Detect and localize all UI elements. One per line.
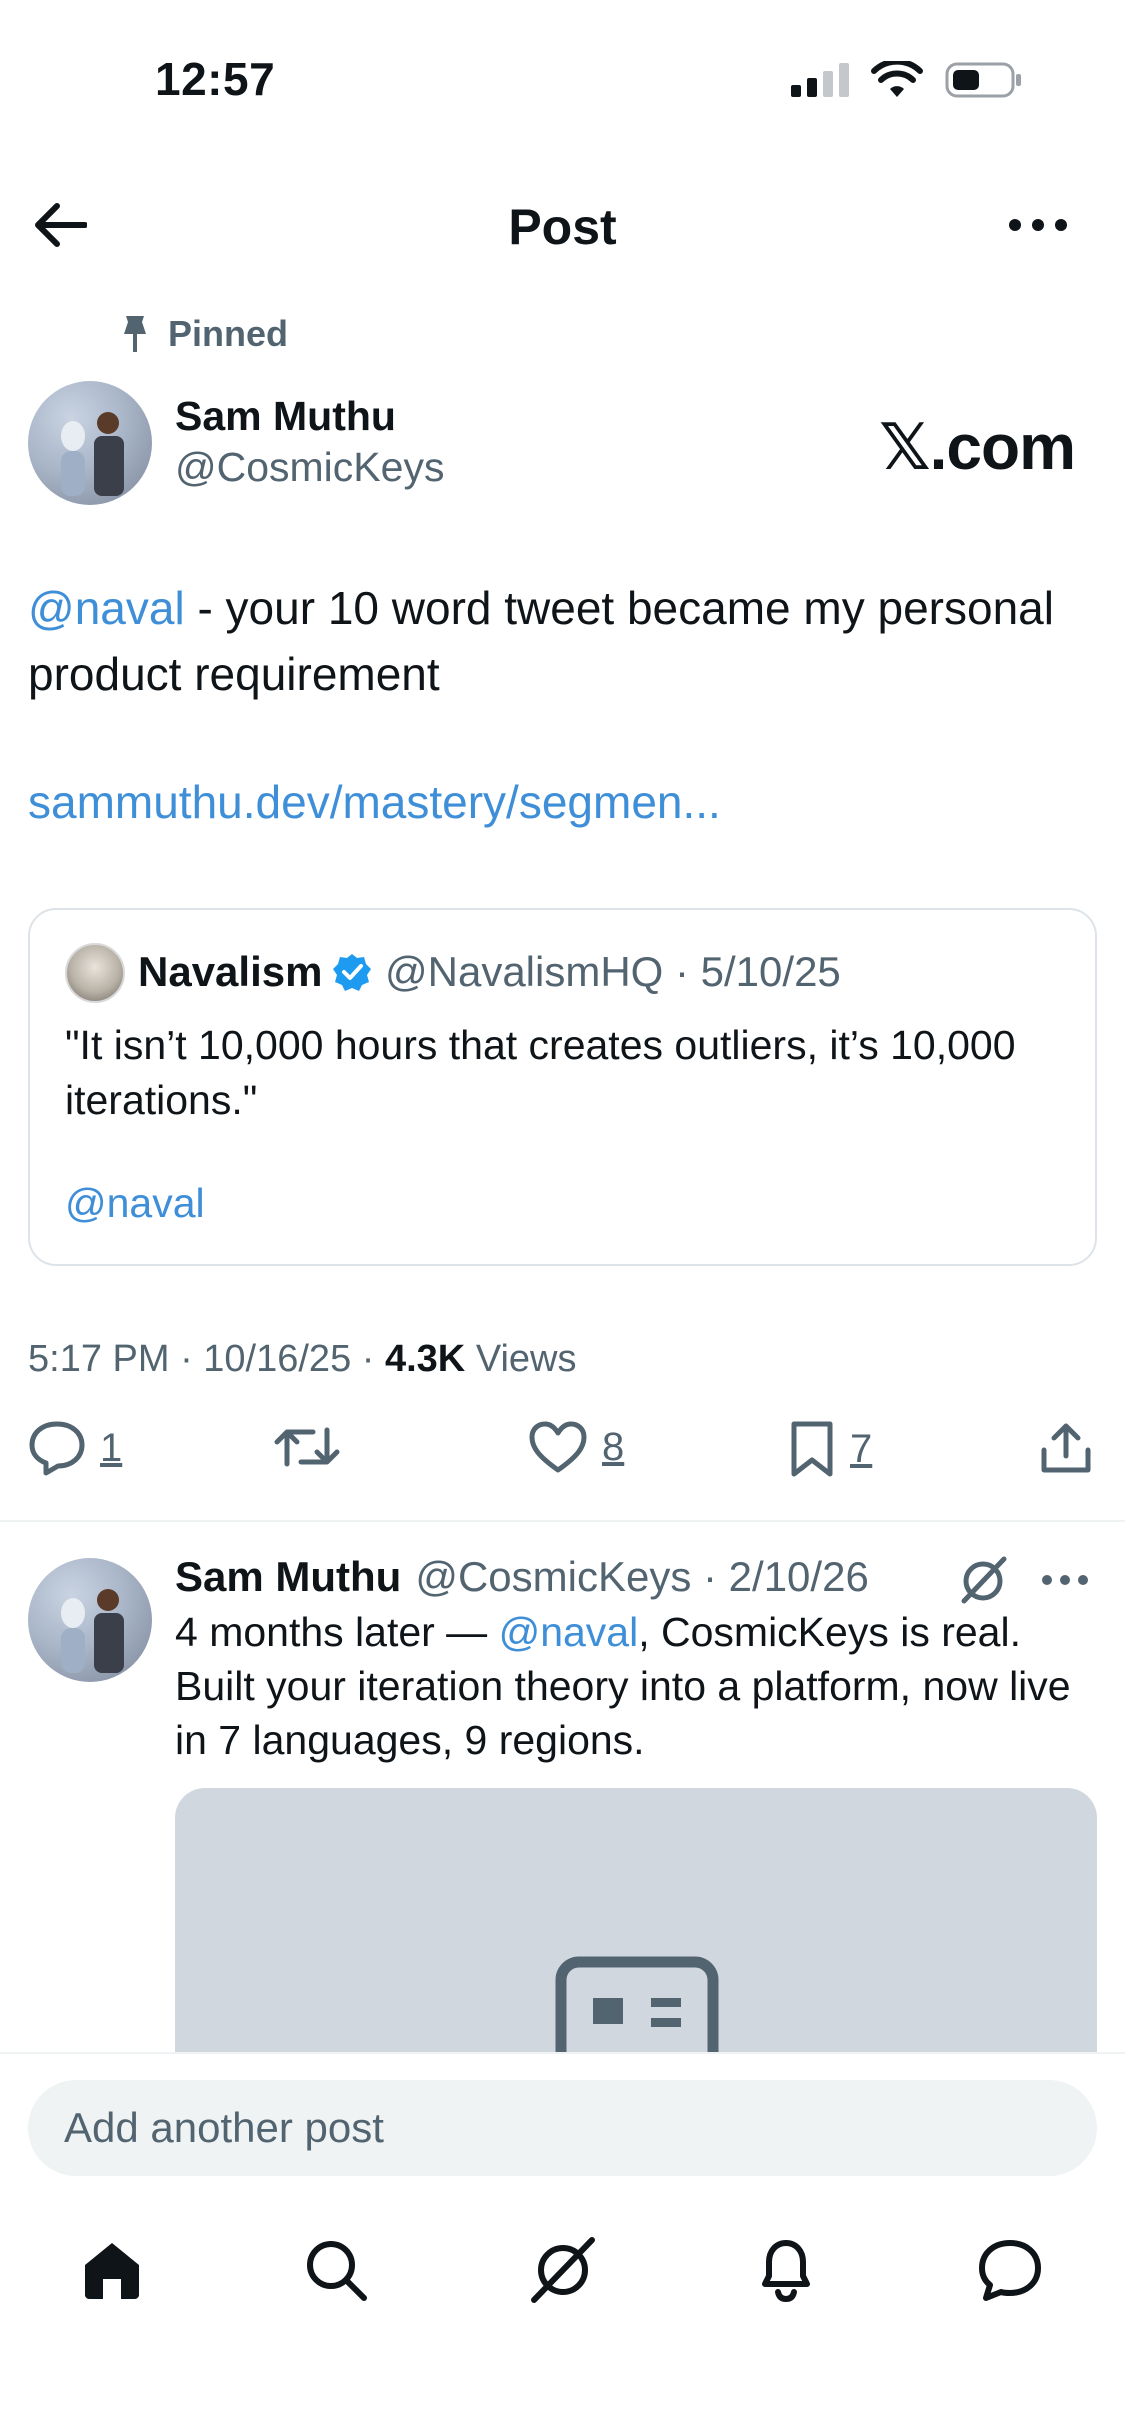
share-button[interactable]: [1038, 1420, 1094, 1476]
like-button[interactable]: 8: [528, 1420, 624, 1474]
author-name[interactable]: Sam Muthu: [175, 393, 396, 440]
reply-count: 1: [100, 1425, 123, 1470]
add-post-input[interactable]: [28, 2080, 1097, 2176]
pinned-indicator: Pinned: [120, 313, 288, 355]
quote-text: "It isn’t 10,000 hours that creates outl…: [65, 1022, 1016, 1123]
views-count[interactable]: 4.3K: [385, 1338, 465, 1380]
grok-icon: [531, 2237, 595, 2303]
post-timestamp: 5:17 PM · 10/16/25 · 4.3K Views: [28, 1338, 577, 1380]
battery-icon: [945, 62, 1021, 98]
repost-button[interactable]: [273, 1420, 341, 1474]
nav-grok[interactable]: [522, 2230, 602, 2310]
messages-icon: [979, 2240, 1041, 2301]
notifications-icon: [762, 2240, 810, 2303]
reply-header: Sam Muthu @CosmicKeys · 2/10/26: [175, 1553, 869, 1601]
more-icon: [1009, 219, 1067, 231]
repost-icon: [274, 1427, 340, 1467]
pinned-label: Pinned: [168, 313, 289, 354]
more-options-button[interactable]: [1003, 200, 1073, 250]
bookmark-icon: [791, 1421, 833, 1477]
share-icon: [1041, 1423, 1091, 1473]
more-icon: [1042, 1575, 1088, 1585]
status-icons: [791, 60, 1023, 100]
bookmark-button[interactable]: 7: [788, 1420, 872, 1478]
verified-badge-icon: [333, 954, 371, 991]
wifi-icon: [871, 61, 923, 97]
reply-author-name[interactable]: Sam Muthu: [175, 1553, 401, 1601]
reply-composer[interactable]: [28, 2080, 1097, 2176]
reply-mention[interactable]: @naval: [499, 1609, 639, 1655]
search-icon: [307, 2241, 367, 2301]
quote-mention[interactable]: @naval: [65, 1180, 205, 1227]
signal-icon: [791, 63, 849, 97]
reply-text: 4 months later — @naval, CosmicKeys is r…: [175, 1609, 1071, 1763]
page-title: Post: [508, 199, 617, 255]
grok-icon[interactable]: [956, 1553, 1010, 1607]
pin-icon: [124, 316, 146, 352]
quote-avatar: [65, 943, 125, 1003]
post-text: @naval - your 10 word tweet became my pe…: [28, 575, 1078, 707]
nav-home[interactable]: [72, 2230, 152, 2310]
post-mention[interactable]: @naval: [28, 582, 185, 634]
action-bar: 1 8 7: [28, 1420, 1097, 1500]
heart-icon: [529, 1421, 587, 1473]
status-time: 12:57: [155, 53, 276, 105]
link-preview-card[interactable]: [175, 1788, 1097, 2068]
quote-meta: @NavalismHQ · 5/10/25: [385, 948, 841, 995]
author-handle[interactable]: @CosmicKeys: [175, 444, 444, 491]
post-link[interactable]: sammuthu.dev/mastery/segmen...: [28, 775, 721, 829]
nav-messages[interactable]: [970, 2230, 1050, 2310]
reply-more-button[interactable]: [1035, 1560, 1095, 1600]
nav-search[interactable]: [296, 2230, 376, 2310]
reply-button[interactable]: 1: [28, 1420, 122, 1476]
quote-author-name: Navalism: [138, 948, 323, 995]
reply-meta: @CosmicKeys · 2/10/26: [415, 1553, 869, 1600]
reply-author-avatar[interactable]: [28, 1558, 152, 1682]
home-icon: [85, 2243, 139, 2299]
bookmark-count: 7: [850, 1426, 873, 1471]
divider: [0, 1520, 1125, 1522]
x-watermark: 𝕏.com: [879, 411, 1076, 483]
like-count: 8: [602, 1424, 625, 1469]
author-avatar[interactable]: [28, 381, 152, 505]
reply-icon: [29, 1421, 85, 1476]
nav-notifications[interactable]: [746, 2230, 826, 2310]
quoted-post-card[interactable]: Navalism @NavalismHQ · 5/10/25 "It isn’t…: [28, 908, 1097, 1266]
